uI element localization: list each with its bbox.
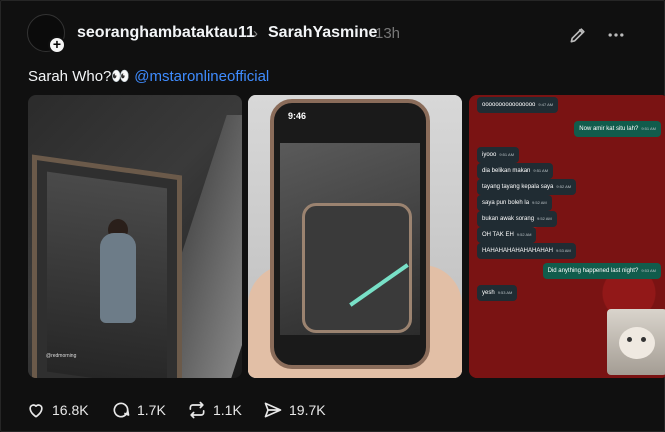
- chat-message-time: 9:51 AM: [641, 126, 656, 131]
- chevron-right-icon: ›: [253, 25, 258, 42]
- follow-plus-icon[interactable]: +: [48, 36, 66, 54]
- media-photo-phone-in-hand[interactable]: 9:46: [248, 95, 462, 378]
- send-icon: [264, 402, 282, 418]
- threads-post: + seoranghambataktau11 › SarahYasmine 13…: [0, 0, 665, 432]
- share-count: 19.7K: [289, 402, 326, 418]
- chat-message: Now amir kat situ lah? 9:51 AM: [574, 121, 661, 137]
- cat-sticker: [607, 309, 665, 375]
- like-count: 16.8K: [52, 402, 89, 418]
- chat-message-text: tayang tayang kepala saya: [482, 184, 554, 190]
- chat-message-text: Now amir kat situ lah?: [579, 126, 639, 132]
- chat-message-time: 9:51 AM: [499, 152, 515, 157]
- comment-bubble-icon: [113, 402, 130, 418]
- co-author-username[interactable]: SarahYasmine: [268, 24, 377, 42]
- chat-message: bukan awak sorang 9:52 AM: [477, 211, 557, 227]
- chat-message-text: yesh: [482, 290, 495, 296]
- caption-text: Sarah Who?👀: [28, 68, 131, 85]
- chat-message: yesh 9:53 AM: [477, 285, 518, 301]
- post-time: 13h: [375, 25, 401, 42]
- chat-message-time: 9:52 AM: [537, 216, 552, 221]
- phone-device: 9:46: [270, 99, 430, 369]
- chat-message-text: saya pun boleh la: [482, 200, 530, 206]
- chat-message-time: 9:52 AM: [532, 200, 547, 205]
- chat-message-time: 9:53 AM: [497, 290, 513, 295]
- chat-message-time: 9:53 AM: [641, 268, 656, 273]
- chat-message-time: 9:52 AM: [556, 184, 572, 189]
- chat-message: OH TAK EH 9:52 AM: [477, 227, 537, 243]
- chat-message: tayang tayang kepala saya 9:52 AM: [477, 179, 577, 195]
- chat-message-text: HAHAHAHAHAHAHAHAH: [482, 248, 554, 254]
- chat-message-text: Did anything happened last night?: [547, 268, 639, 274]
- more-options-icon[interactable]: [606, 25, 626, 45]
- chat-message: oooooooooooooooo 9:47 AM: [477, 97, 559, 113]
- post-caption: Sarah Who?👀 @mstaronlineofficial: [28, 67, 269, 85]
- author-username[interactable]: seoranghambataktau11: [77, 24, 255, 42]
- like-button[interactable]: 16.8K: [26, 400, 89, 420]
- phone-status-time: 9:46: [288, 111, 307, 121]
- chat-message: Did anything happened last night? 9:53 AM: [542, 263, 661, 279]
- chat-message: dia belikan makan 9:51 AM: [477, 163, 554, 179]
- photo-tag-text: @redmorning: [46, 353, 77, 359]
- chat-message: iyooo 9:51 AM: [477, 147, 520, 163]
- edit-pencil-icon[interactable]: [568, 25, 588, 45]
- chat-message-text: bukan awak sorang: [482, 216, 535, 222]
- chat-message: saya pun boleh la 9:52 AM: [477, 195, 552, 211]
- inner-phone-image: [302, 203, 412, 333]
- share-button[interactable]: 19.7K: [263, 400, 326, 420]
- chat-message-time: 9:53 AM: [556, 248, 571, 253]
- person-figure: [100, 233, 136, 323]
- media-chat-screenshot[interactable]: oooooooooooooooo 9:47 AM Now amir kat situ…: [469, 95, 665, 378]
- chat-message-text: dia belikan makan: [482, 168, 531, 174]
- chat-message-time: 9:51 AM: [533, 168, 549, 173]
- repost-icon: [189, 401, 205, 419]
- media-photo-mirror-selfie[interactable]: @redmorning: [28, 95, 242, 378]
- chat-message-time: 9:52 AM: [516, 232, 532, 237]
- repost-count: 1.1K: [213, 402, 242, 418]
- chat-message-text: iyooo: [482, 152, 497, 158]
- chat-message-time: 9:47 AM: [538, 102, 554, 107]
- chat-message-text: oooooooooooooooo: [482, 102, 536, 108]
- chat-message: HAHAHAHAHAHAHAHAH 9:53 AM: [477, 243, 576, 259]
- reply-button[interactable]: 1.7K: [111, 400, 166, 420]
- chat-message-text: OH TAK EH: [482, 232, 514, 238]
- heart-icon: [29, 404, 43, 418]
- reply-count: 1.7K: [137, 402, 166, 418]
- repost-button[interactable]: 1.1K: [187, 400, 242, 420]
- caption-mention-link[interactable]: @mstaronlineofficial: [134, 68, 269, 85]
